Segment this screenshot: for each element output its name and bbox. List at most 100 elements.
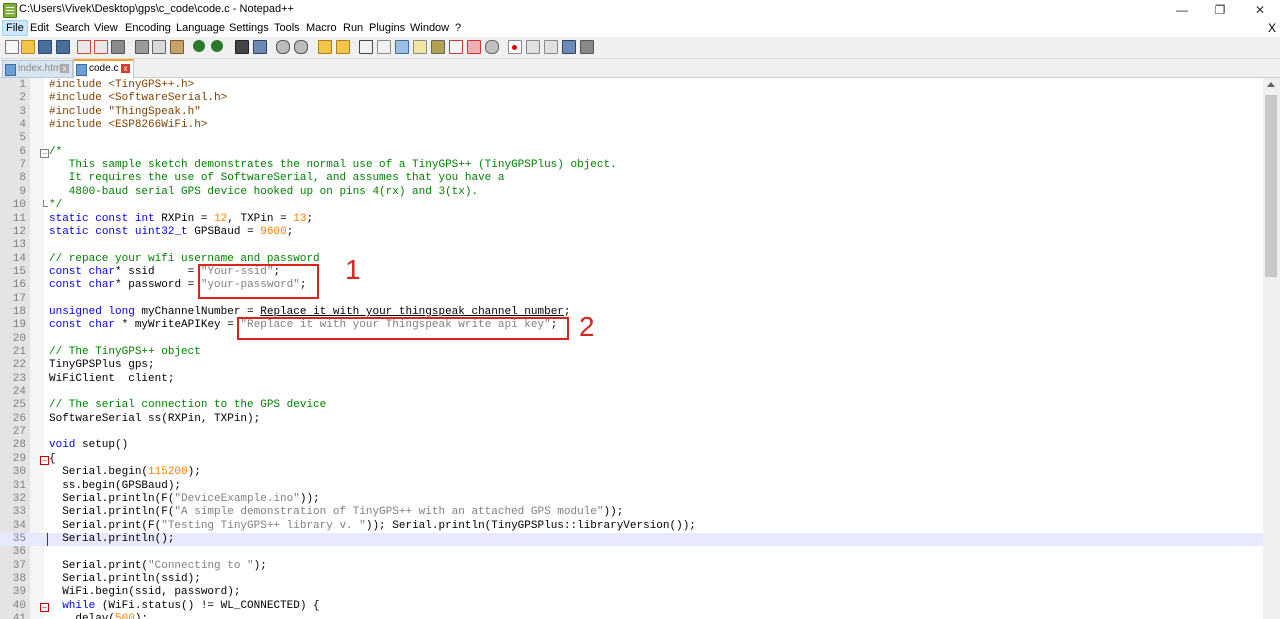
code-line[interactable]: 29 { — [0, 453, 1263, 466]
scroll-thumb[interactable] — [1265, 95, 1277, 277]
code-line[interactable]: 1 #include <TinyGPS++.h> — [0, 79, 1263, 92]
replace-icon[interactable] — [253, 40, 267, 54]
menu-run[interactable]: Run — [340, 21, 366, 35]
code-line[interactable]: 22 TinyGPSPlus gps; — [0, 359, 1263, 372]
menu-help[interactable]: ? — [452, 21, 464, 35]
code-line[interactable]: 2 #include <SoftwareSerial.h> — [0, 92, 1263, 105]
code-line[interactable]: 27 — [0, 426, 1263, 439]
code-line[interactable]: 25 // The serial connection to the GPS de… — [0, 399, 1263, 412]
fold-toggle-icon[interactable]: − — [40, 602, 49, 612]
code-line[interactable]: 24 — [0, 386, 1263, 399]
function-list-icon[interactable] — [449, 40, 463, 54]
sync-horizontal-icon[interactable] — [336, 40, 350, 54]
zoom-in-icon[interactable] — [276, 40, 290, 54]
code-line[interactable]: 31 ss.begin(GPSBaud); — [0, 480, 1263, 493]
code-line[interactable]: 23 WiFiClient client; — [0, 373, 1263, 386]
menu-view[interactable]: View — [91, 21, 121, 35]
code-line[interactable]: 10 */ — [0, 199, 1263, 212]
define-language-icon[interactable] — [413, 40, 427, 54]
code-line[interactable]: 21 // The TinyGPS++ object — [0, 346, 1263, 359]
code-line[interactable]: 14// repace your wifi username and passw… — [0, 253, 1263, 266]
code-line[interactable]: 36 — [0, 546, 1263, 559]
scroll-up-arrow-icon[interactable] — [1267, 82, 1275, 87]
folder-workspace-icon[interactable] — [467, 40, 481, 54]
code-line[interactable]: 5 — [0, 132, 1263, 145]
menu-language[interactable]: Language — [173, 21, 228, 35]
code-line[interactable]: 35 Serial.println(); — [0, 532, 1263, 546]
line-number: 16 — [12, 279, 26, 292]
code-line[interactable]: 6 /* — [0, 146, 1263, 159]
code-line[interactable]: 7 This sample sketch demonstrates the no… — [0, 159, 1263, 172]
menu-settings[interactable]: Settings — [226, 21, 272, 35]
copy-icon[interactable] — [152, 40, 166, 54]
menu-search[interactable]: Search — [52, 21, 93, 35]
code-line[interactable]: 8 It requires the use of SoftwareSerial,… — [0, 172, 1263, 185]
code-line[interactable]: 13 — [0, 239, 1263, 252]
tab-close-icon[interactable]: x — [121, 64, 130, 73]
fold-toggle-icon[interactable]: − — [40, 455, 49, 465]
menu-tools[interactable]: Tools — [271, 21, 303, 35]
code-line[interactable]: 37 Serial.print("Connecting to "); — [0, 560, 1263, 573]
code-line[interactable]: 18 unsigned long myChannelNumber = Replac… — [0, 306, 1263, 319]
menu-window[interactable]: Window — [407, 21, 452, 35]
code-line[interactable]: 16 const char* password = "your-password"… — [0, 279, 1263, 292]
menu-encoding[interactable]: Encoding — [122, 21, 174, 35]
cut-icon[interactable] — [135, 40, 149, 54]
code-line[interactable]: 20 — [0, 333, 1263, 346]
code-line[interactable]: 19 const char * myWriteAPIKey = "Replace … — [0, 319, 1263, 332]
save-macro-icon[interactable] — [580, 40, 594, 54]
undo-icon[interactable] — [193, 40, 205, 52]
tab-index-html[interactable]: index.html x — [2, 60, 73, 78]
close-document-button[interactable]: X — [1268, 21, 1276, 35]
close-file-icon[interactable] — [77, 40, 91, 54]
code-line[interactable]: 15 const char* ssid = "Your-ssid"; — [0, 266, 1263, 279]
play-macro-icon[interactable] — [544, 40, 558, 54]
code-line[interactable]: 32 Serial.println(F("DeviceExample.ino")… — [0, 493, 1263, 506]
menu-plugins[interactable]: Plugins — [366, 21, 408, 35]
code-line[interactable]: 4 #include <ESP8266WiFi.h> — [0, 119, 1263, 132]
monitoring-icon[interactable] — [485, 40, 499, 54]
code-editor[interactable]: 1 #include <TinyGPS++.h> 2 #include <Softwa… — [0, 78, 1263, 619]
stop-macro-icon[interactable] — [526, 40, 540, 54]
code-line[interactable]: 39 WiFi.begin(ssid, password); — [0, 586, 1263, 599]
code-line[interactable]: 41 delay(500); — [0, 613, 1263, 619]
redo-icon[interactable] — [211, 40, 223, 52]
print-icon[interactable] — [111, 40, 125, 54]
save-icon[interactable] — [38, 40, 52, 54]
code-line[interactable]: 11 static const int RXPin = 12, TXPin = 1… — [0, 213, 1263, 226]
new-file-icon[interactable] — [5, 40, 19, 54]
close-button[interactable]: ✕ — [1240, 0, 1280, 20]
sync-vertical-icon[interactable] — [318, 40, 332, 54]
code-line[interactable]: 30 Serial.begin(115200); — [0, 466, 1263, 479]
code-line[interactable]: 33 Serial.println(F("A simple demonstrat… — [0, 506, 1263, 519]
code-line[interactable]: 40 while (WiFi.status() != WL_CONNECTED)… — [0, 600, 1263, 613]
menu-file[interactable]: File — [2, 20, 28, 36]
menu-edit[interactable]: Edit — [27, 21, 52, 35]
indent-guide-icon[interactable] — [395, 40, 409, 54]
code-line[interactable]: 26 SoftwareSerial ss(RXPin, TXPin); — [0, 413, 1263, 426]
code-line[interactable]: 34 Serial.print(F("Testing TinyGPS++ lib… — [0, 520, 1263, 533]
word-wrap-icon[interactable] — [359, 40, 373, 54]
maximize-button[interactable]: ❐ — [1200, 0, 1240, 20]
document-map-icon[interactable] — [431, 40, 445, 54]
fold-toggle-icon[interactable]: − — [40, 148, 49, 158]
tab-code-c[interactable]: code.c x — [73, 59, 134, 78]
close-all-icon[interactable] — [94, 40, 108, 54]
menu-macro[interactable]: Macro — [303, 21, 340, 35]
code-line[interactable]: 12 static const uint32_t GPSBaud = 9600; — [0, 226, 1263, 239]
code-line[interactable]: 17 — [0, 293, 1263, 306]
save-all-icon[interactable] — [56, 40, 70, 54]
open-file-icon[interactable] — [21, 40, 35, 54]
code-line[interactable]: 9 4800-baud serial GPS device hooked up … — [0, 186, 1263, 199]
tab-close-icon[interactable]: x — [60, 64, 69, 73]
code-line[interactable]: 38 Serial.println(ssid); — [0, 573, 1263, 586]
paste-icon[interactable] — [170, 40, 184, 54]
code-line[interactable]: 28 void setup() — [0, 439, 1263, 452]
run-macro-multiple-icon[interactable] — [562, 40, 576, 54]
show-all-characters-icon[interactable] — [377, 40, 391, 54]
minimize-button[interactable]: — — [1162, 0, 1202, 20]
code-line[interactable]: 3 #include "ThingSpeak.h" — [0, 106, 1263, 119]
vertical-scrollbar[interactable] — [1263, 78, 1280, 619]
zoom-out-icon[interactable] — [294, 40, 308, 54]
find-icon[interactable] — [235, 40, 249, 54]
